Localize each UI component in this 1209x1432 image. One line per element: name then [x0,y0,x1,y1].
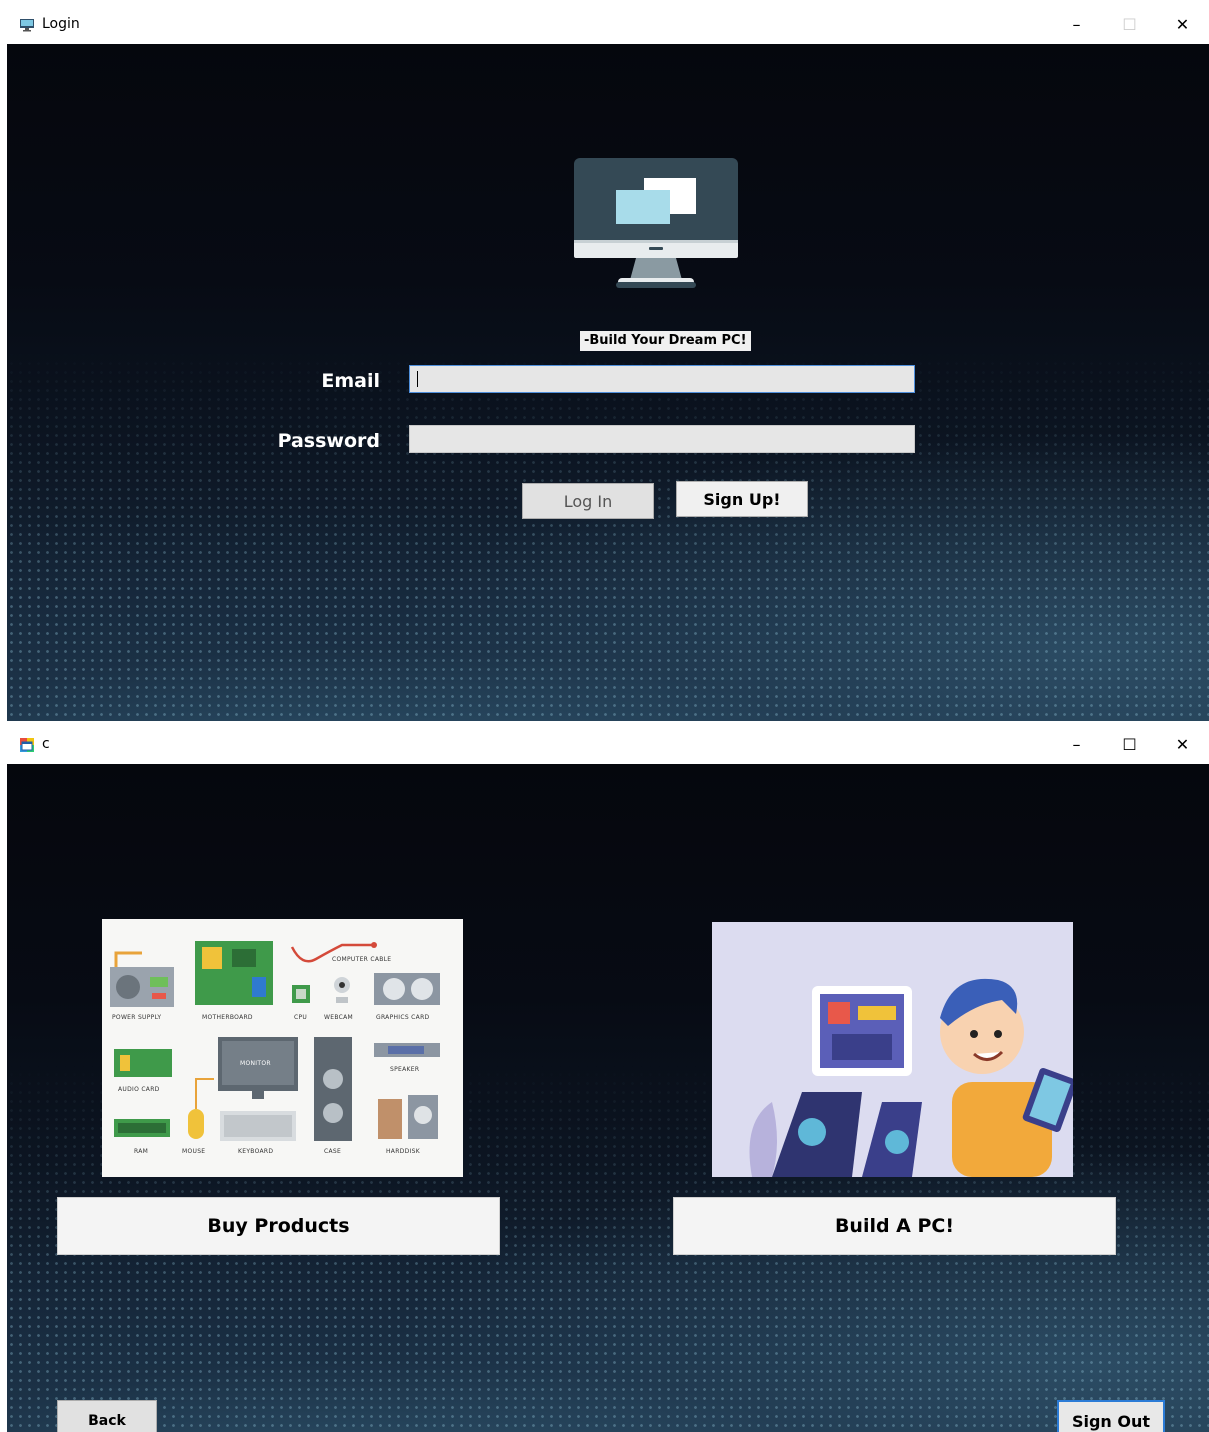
part-label-mouse: MOUSE [182,1148,205,1155]
signout-button[interactable]: Sign Out [1057,1400,1165,1432]
home-titlebar: c – ☐ ✕ [7,725,1209,764]
close-button[interactable]: ✕ [1156,725,1209,764]
password-label: Password [277,430,380,452]
pc-parts-illustration-graphic: COMPUTER CABLE POWER SUPPLY MOTHERBOARD … [110,941,440,1155]
close-button[interactable]: ✕ [1156,5,1209,44]
part-label-power-supply: POWER SUPPLY [112,1014,161,1021]
part-label-computer-cable: COMPUTER CABLE [332,956,391,963]
home-background: COMPUTER CABLE POWER SUPPLY MOTHERBOARD … [7,764,1209,1432]
monitor-app-icon [20,19,34,32]
login-titlebar: Login – ☐ ✕ [7,5,1209,44]
login-button[interactable]: Log In [522,483,654,519]
signup-button[interactable]: Sign Up! [676,481,808,517]
tagline: -Build Your Dream PC! [580,331,751,351]
part-label-ram: RAM [134,1148,148,1155]
login-background: -Build Your Dream PC! Email Password Log… [7,44,1209,721]
part-label-case: CASE [324,1148,341,1155]
pc-builder-illustration-graphic [712,922,1073,1177]
home-window: c – ☐ ✕ COMPUTER CABLE POWER SUPPLY MOTH… [7,725,1209,1432]
form-app-icon [20,738,34,752]
part-label-cpu: CPU [294,1014,307,1021]
pc-builder-illustration [712,922,1073,1177]
email-label: Email [321,370,380,392]
build-pc-button[interactable]: Build A PC! [673,1197,1116,1255]
minimize-button[interactable]: – [1050,5,1103,44]
part-label-audio-card: AUDIO CARD [118,1086,160,1093]
back-button[interactable]: Back [57,1400,157,1432]
part-label-graphics-card: GRAPHICS CARD [376,1014,430,1021]
buy-products-button[interactable]: Buy Products [57,1197,500,1255]
maximize-button: ☐ [1122,15,1137,34]
maximize-button[interactable]: ☐ [1103,725,1156,764]
window-title: c [42,736,50,752]
text-caret [417,371,418,387]
password-field[interactable] [409,425,915,453]
part-label-webcam: WEBCAM [324,1014,353,1021]
part-label-keyboard: KEYBOARD [238,1148,273,1155]
part-label-harddisk: HARDDISK [386,1148,421,1155]
pc-parts-illustration: COMPUTER CABLE POWER SUPPLY MOTHERBOARD … [102,919,463,1177]
email-field[interactable] [409,365,915,393]
part-label-speaker: SPEAKER [390,1066,419,1073]
part-label-motherboard: MOTHERBOARD [202,1014,253,1021]
window-title: Login [42,16,80,32]
monitor-logo-icon [574,158,738,288]
part-label-monitor: MONITOR [240,1060,271,1067]
minimize-button[interactable]: – [1050,725,1103,764]
login-window: Login – ☐ ✕ -Build Your Dream PC! Email … [7,5,1209,721]
